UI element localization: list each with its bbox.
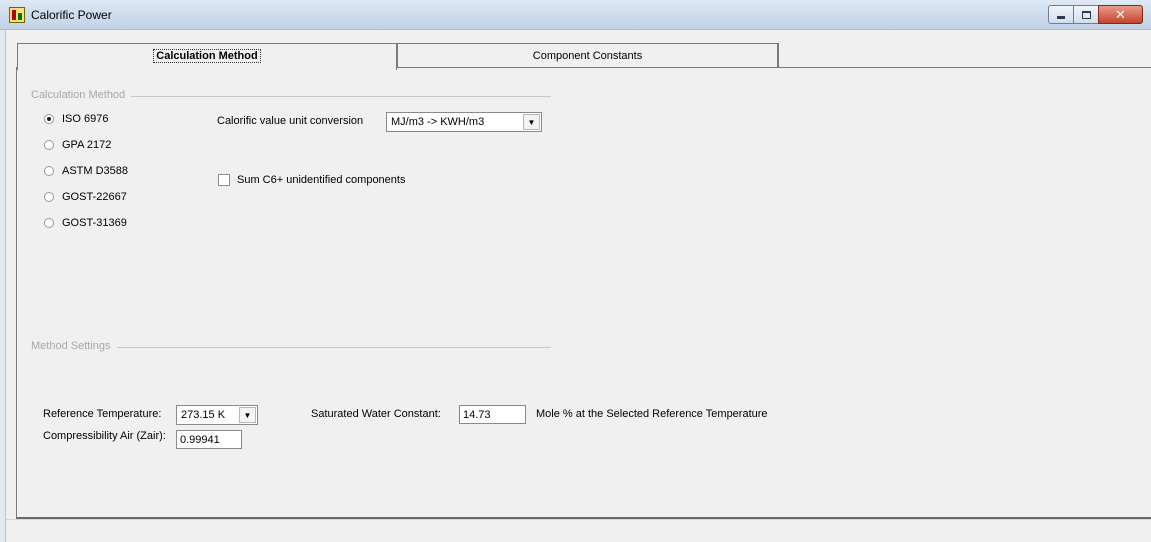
- radio-dot: [44, 114, 54, 124]
- unit-conversion-select[interactable]: MJ/m3 -> KWH/m3 ▼: [386, 112, 542, 132]
- saturated-water-unit: Mole % at the Selected Reference Tempera…: [536, 408, 768, 420]
- title-bar: Calorific Power ✕: [0, 0, 1151, 30]
- unit-conversion-label: Calorific value unit conversion: [217, 115, 364, 127]
- saturated-water-input[interactable]: 14.73: [459, 405, 526, 424]
- radio-label: GOST-31369: [62, 217, 127, 229]
- dropdown-arrow-icon[interactable]: ▼: [523, 114, 540, 130]
- unit-conversion-value: MJ/m3 -> KWH/m3: [391, 116, 485, 128]
- minimize-icon: [1057, 16, 1065, 19]
- radio-label: GOST-22667: [62, 191, 127, 203]
- app-icon: [9, 7, 25, 23]
- reference-temperature-label: Reference Temperature:: [43, 408, 162, 420]
- radio-label: GPA 2172: [62, 139, 112, 151]
- tab-label: Calculation Method: [153, 49, 261, 63]
- radio-gost-22667[interactable]: GOST-22667: [44, 191, 127, 203]
- saturated-water-label: Saturated Water Constant:: [311, 408, 441, 420]
- tab-label: Component Constants: [532, 50, 643, 62]
- radio-dot: [44, 192, 54, 202]
- minimize-button[interactable]: [1048, 5, 1074, 24]
- checkbox-box[interactable]: [218, 174, 230, 186]
- method-settings-group-label: Method Settings: [31, 340, 117, 352]
- sum-c6-label: Sum C6+ unidentified components: [237, 174, 406, 186]
- close-icon: ✕: [1115, 7, 1126, 22]
- sum-c6-checkbox[interactable]: Sum C6+ unidentified components: [218, 174, 405, 186]
- tab-panel: Calculation Method ISO 6976 GPA 2172 AST…: [16, 67, 1151, 519]
- compressibility-label: Compressibility Air (Zair):: [43, 430, 166, 442]
- radio-dot: [44, 140, 54, 150]
- close-button[interactable]: ✕: [1098, 5, 1143, 24]
- radio-astm-d3588[interactable]: ASTM D3588: [44, 165, 128, 177]
- window-title: Calorific Power: [31, 8, 112, 22]
- reference-temperature-select[interactable]: 273.15 K ▼: [176, 405, 258, 425]
- compressibility-input[interactable]: 0.99941: [176, 430, 242, 449]
- dropdown-arrow-icon[interactable]: ▼: [239, 407, 256, 423]
- radio-iso-6976[interactable]: ISO 6976: [44, 113, 108, 125]
- radio-gost-31369[interactable]: GOST-31369: [44, 217, 127, 229]
- maximize-icon: [1081, 10, 1091, 19]
- status-bar: [6, 519, 1151, 542]
- radio-label: ASTM D3588: [62, 165, 129, 177]
- tab-calculation-method[interactable]: Calculation Method: [17, 43, 397, 70]
- tab-component-constants[interactable]: Component Constants: [397, 43, 779, 68]
- radio-dot: [44, 218, 54, 228]
- reference-temperature-value: 273.15 K: [181, 409, 226, 421]
- calculation-method-group-label: Calculation Method: [31, 89, 132, 101]
- radio-label: ISO 6976: [62, 113, 109, 125]
- radio-gpa-2172[interactable]: GPA 2172: [44, 139, 111, 151]
- maximize-button[interactable]: [1073, 5, 1099, 24]
- radio-dot: [44, 166, 54, 176]
- client-area: Calculation Method Component Constants C…: [6, 31, 1151, 519]
